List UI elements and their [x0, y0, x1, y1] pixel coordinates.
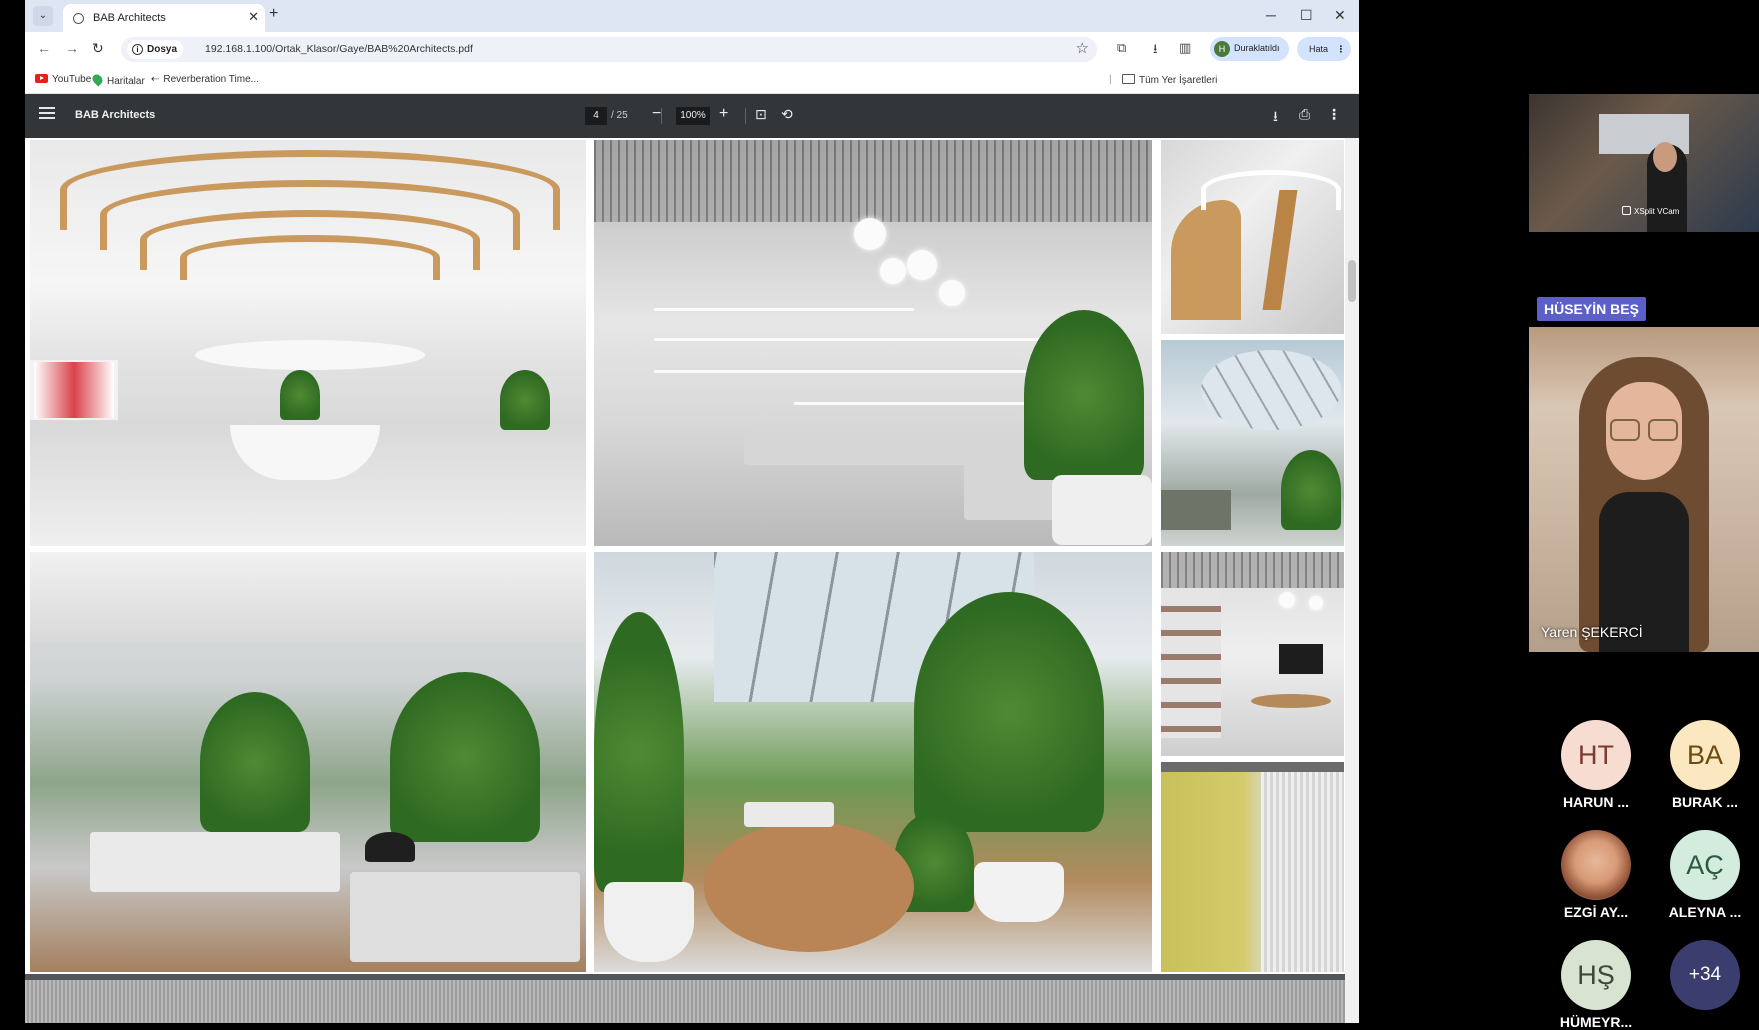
participant-name: HÜMEYR...	[1559, 1014, 1633, 1030]
address-bar-row: ← → ↻ i Dosya 192.168.1.100/Ortak_Klasor…	[25, 32, 1359, 66]
bookmarks-divider: |	[1109, 74, 1112, 85]
browser-tab[interactable]: BAB Architects ✕	[63, 4, 265, 32]
camera-icon	[1622, 206, 1631, 215]
more-vert-icon: ⋮	[1336, 44, 1346, 54]
participant-tile[interactable]: AÇ ALEYNA ...	[1655, 830, 1755, 920]
rotate-icon[interactable]: ⟲	[781, 106, 793, 123]
close-tab-icon[interactable]: ✕	[248, 9, 259, 25]
participant-tile[interactable]: BA BURAK ...	[1655, 720, 1755, 810]
forward-button[interactable]: →	[65, 40, 79, 56]
tab-title: BAB Architects	[93, 12, 166, 24]
participant-name: ALEYNA ...	[1668, 904, 1742, 920]
camera-name: XSplit VCam	[1634, 207, 1680, 216]
zoom-in-button[interactable]: +	[719, 105, 728, 123]
bookmarks-bar: YouTube Haritalar ⇠ Reverberation Time...…	[25, 66, 1359, 94]
url-text[interactable]: 192.168.1.100/Ortak_Klasor/Gaye/BAB%20Ar…	[205, 43, 473, 55]
pdf-scrollbar[interactable]	[1345, 138, 1359, 1023]
bookmark-youtube[interactable]: YouTube	[35, 74, 91, 85]
skylight-photo	[1161, 340, 1344, 546]
back-button[interactable]: ←	[37, 40, 51, 56]
participant-avatar: HŞ	[1561, 940, 1631, 1010]
tab-search-button[interactable]: ⌄	[33, 6, 53, 26]
pdf-toolbar: BAB Architects 4 / 25 − 100% + ⊡ ⟲ ⭳ ⎙ ⋮	[25, 94, 1359, 138]
bookmark-label: YouTube	[52, 74, 92, 85]
omnibox[interactable]: i Dosya 192.168.1.100/Ortak_Klasor/Gaye/…	[121, 37, 1097, 62]
close-window-button[interactable]: ✕	[1334, 7, 1346, 24]
minimize-button[interactable]: ─	[1266, 7, 1276, 23]
page-total: / 25	[611, 110, 628, 121]
maximize-button[interactable]: ☐	[1300, 7, 1313, 24]
new-tab-button[interactable]: +	[269, 5, 278, 23]
participant-tile[interactable]: HT HARUN ...	[1546, 720, 1646, 810]
participant-photo-avatar	[1561, 830, 1631, 900]
participant-avatar: AÇ	[1670, 830, 1740, 900]
bookmark-label: Haritalar	[107, 76, 145, 87]
bookmark-label: Reverberation Time...	[163, 74, 259, 85]
youtube-icon	[35, 74, 48, 83]
participant-name: EZGİ AY...	[1563, 904, 1629, 920]
scrollbar-thumb[interactable]	[1348, 260, 1356, 302]
more-options-icon[interactable]: ⋮	[1327, 106, 1341, 123]
main-speaker-video[interactable]: Yaren ŞEKERCİ	[1529, 327, 1759, 652]
participant-avatar: BA	[1670, 720, 1740, 790]
link-icon: ⇠	[151, 74, 160, 85]
pdf-viewport[interactable]	[25, 138, 1359, 1023]
print-icon[interactable]: ⎙	[1299, 106, 1310, 123]
participant-avatar: HT	[1561, 720, 1631, 790]
main-speaker-name: Yaren ŞEKERCİ	[1541, 624, 1643, 640]
info-icon: i	[132, 44, 143, 55]
zoom-input[interactable]: 100%	[676, 107, 710, 125]
corridor-photo	[1161, 762, 1344, 972]
participant-name: BURAK ...	[1671, 794, 1739, 810]
participant-tile[interactable]: EZGİ AY...	[1546, 830, 1646, 920]
maps-icon	[90, 72, 105, 87]
self-camera-video[interactable]: XSplit VCam	[1529, 94, 1759, 232]
menu-icon[interactable]	[39, 107, 55, 122]
reload-button[interactable]: ↻	[92, 40, 104, 57]
participant-name: HARUN ...	[1562, 794, 1630, 810]
pdf-page	[25, 138, 1345, 974]
pdf-title: BAB Architects	[75, 109, 156, 121]
tab-strip: ⌄ BAB Architects ✕ + ─ ☐ ✕	[25, 0, 1359, 32]
lobby-photo	[30, 140, 586, 546]
globe-icon	[73, 13, 84, 24]
browser-window: ⌄ BAB Architects ✕ + ─ ☐ ✕ ← → ↻ i Dosya…	[25, 0, 1359, 1023]
folder-icon	[1122, 74, 1135, 84]
all-bookmarks-button[interactable]: Tüm Yer İşaretleri	[1122, 74, 1217, 86]
profile-avatar: H	[1214, 41, 1230, 57]
page-number-input[interactable]: 4	[585, 107, 607, 125]
profile-button[interactable]: H Duraklatıldı	[1210, 37, 1289, 61]
more-participants-button[interactable]: +34	[1655, 940, 1755, 1010]
next-pdf-page	[25, 980, 1345, 1023]
site-info-label: Dosya	[147, 44, 178, 55]
bookmark-star-icon[interactable]: ☆	[1076, 39, 1089, 57]
bookmark-reverberation[interactable]: ⇠ Reverberation Time...	[151, 74, 259, 85]
download-icon[interactable]: ⭳	[1273, 106, 1278, 130]
all-bookmarks-label: Tüm Yer İşaretleri	[1139, 75, 1218, 86]
atrium-photo	[594, 552, 1152, 972]
error-label: Hata	[1309, 44, 1329, 54]
profile-status-label: Duraklatıldı	[1234, 43, 1280, 53]
side-panel-icon[interactable]: ▥	[1179, 40, 1191, 56]
participant-tile[interactable]: HŞ HÜMEYR...	[1546, 940, 1646, 1030]
more-participants-count: +34	[1670, 940, 1740, 1010]
meeting-room-photo	[1161, 552, 1344, 756]
extensions-icon[interactable]: ⧉	[1117, 40, 1126, 56]
lounge-photo	[30, 552, 586, 972]
downloads-icon[interactable]: ⭳	[1153, 40, 1158, 62]
error-menu-button[interactable]: Hata ⋮	[1297, 37, 1351, 61]
sculpture-photo	[1161, 140, 1344, 334]
bookmark-maps[interactable]: Haritalar	[90, 72, 145, 87]
living-room-photo	[594, 140, 1152, 546]
site-info-chip[interactable]: i Dosya	[127, 40, 184, 59]
zoom-out-button[interactable]: −	[652, 105, 661, 123]
camera-label: XSplit VCam	[1622, 206, 1679, 216]
speaker-name-tag: HÜSEYİN BEŞ	[1537, 297, 1646, 321]
toolbar-divider	[745, 108, 746, 124]
fit-page-icon[interactable]: ⊡	[755, 106, 767, 123]
